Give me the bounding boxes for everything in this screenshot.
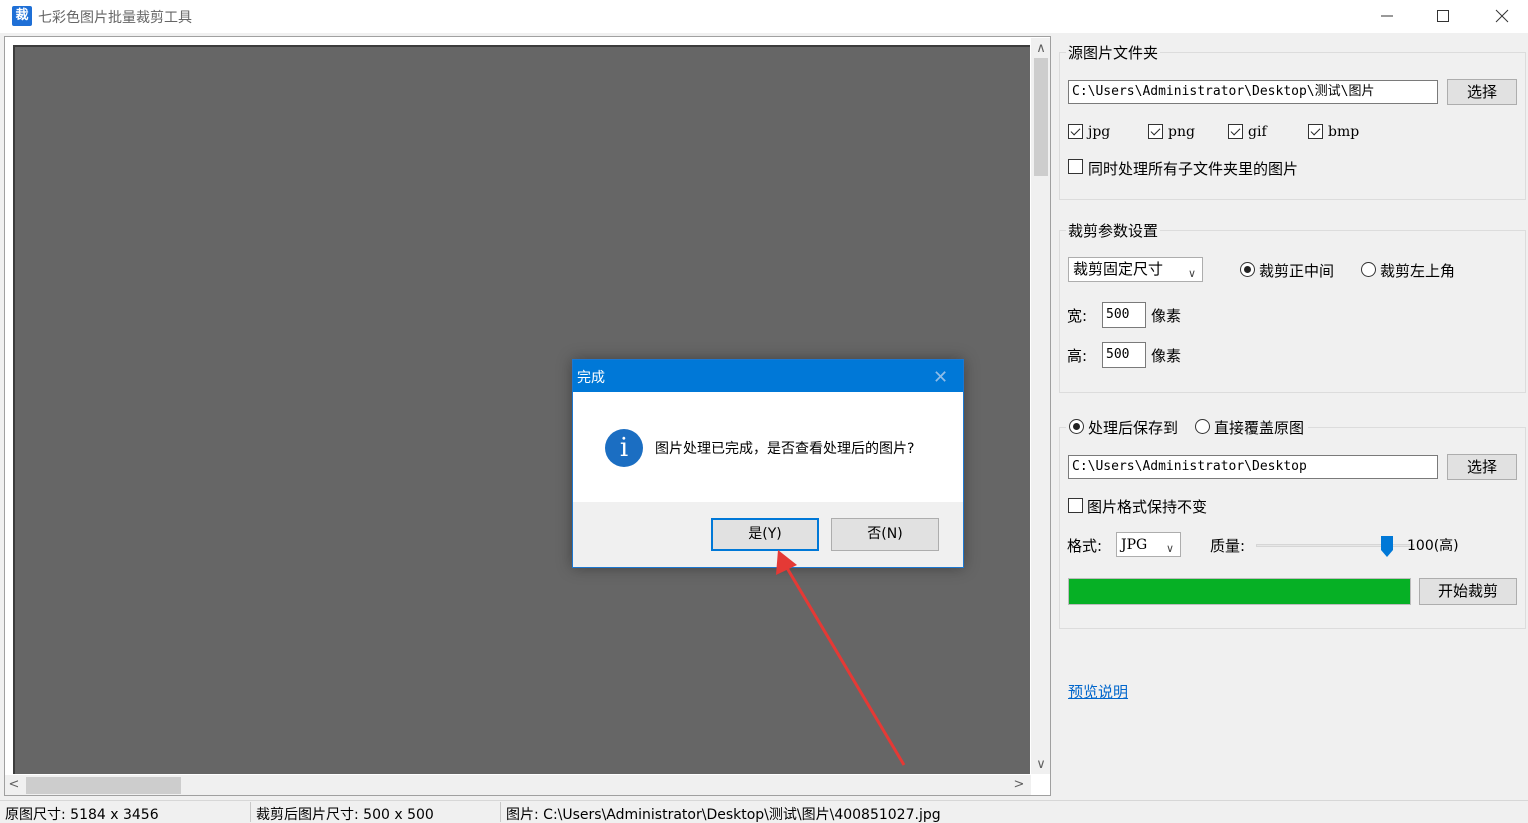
crop-topleft-label: 裁剪左上角 (1380, 262, 1456, 280)
minimize-button[interactable] (1364, 0, 1410, 32)
progress-fill (1069, 579, 1410, 604)
width-unit: 像素 (1151, 307, 1182, 325)
chevron-down-icon: ∨ (1165, 542, 1174, 555)
quality-value: 100(高) (1407, 538, 1459, 554)
crop-settings-legend: 裁剪参数设置 (1066, 220, 1161, 241)
window-title: 七彩色图片批量裁剪工具 (38, 10, 192, 26)
crop-center-label: 裁剪正中间 (1259, 262, 1335, 280)
height-input[interactable]: 500 (1102, 342, 1146, 368)
minimize-icon (1381, 15, 1393, 17)
close-button[interactable] (1479, 0, 1525, 32)
chevron-down-icon: ∨ (1187, 267, 1196, 280)
dialog-message: 图片处理已完成，是否查看处理后的图片? (655, 441, 915, 457)
height-unit: 像素 (1151, 347, 1182, 365)
source-path-input[interactable]: C:\Users\Administrator\Desktop\测试\图片 (1068, 80, 1438, 104)
format-select[interactable]: JPG ∨ (1116, 532, 1181, 557)
quality-label: 质量: (1210, 537, 1246, 555)
info-icon: i (605, 429, 643, 467)
save-to-label: 处理后保存到 (1088, 419, 1179, 437)
scroll-up-icon[interactable]: ∧ (1033, 41, 1049, 57)
subfolders-checkbox[interactable] (1068, 159, 1083, 174)
status-original-size: 原图尺寸: 5184 x 3456 (5, 807, 159, 823)
no-button[interactable]: 否(N) (831, 518, 939, 551)
scroll-down-icon[interactable]: ∨ (1033, 757, 1049, 773)
yes-button[interactable]: 是(Y) (711, 518, 819, 551)
format-value: JPG (1121, 537, 1148, 553)
png-checkbox[interactable] (1148, 124, 1163, 139)
height-label: 高: (1067, 347, 1088, 365)
jpg-checkbox[interactable] (1068, 124, 1083, 139)
vertical-scroll-thumb[interactable] (1034, 58, 1048, 176)
gif-label: gif (1248, 124, 1267, 140)
format-label: 格式: (1067, 537, 1103, 555)
overwrite-label: 直接覆盖原图 (1214, 419, 1305, 437)
width-label: 宽: (1067, 307, 1088, 325)
source-folder-legend: 源图片文件夹 (1066, 42, 1161, 63)
gif-checkbox[interactable] (1228, 124, 1243, 139)
preview-help-link[interactable]: 预览说明 (1068, 681, 1128, 702)
app-icon: 裁 (12, 6, 32, 26)
output-select-button[interactable]: 选择 (1447, 454, 1517, 480)
maximize-button[interactable] (1420, 0, 1466, 32)
scroll-left-icon[interactable]: < (6, 777, 22, 793)
png-label: png (1168, 124, 1195, 140)
start-crop-button[interactable]: 开始裁剪 (1419, 578, 1517, 605)
keep-format-checkbox[interactable] (1068, 498, 1083, 513)
crop-mode-value: 裁剪固定尺寸 (1073, 260, 1164, 278)
title-bar (0, 0, 1528, 33)
status-cropped-size: 裁剪后图片尺寸: 500 x 500 (256, 807, 434, 823)
quality-slider-thumb[interactable] (1380, 535, 1394, 558)
completion-dialog: 完成 ✕ i 图片处理已完成，是否查看处理后的图片? 是(Y) 否(N) (572, 359, 964, 568)
subfolders-label: 同时处理所有子文件夹里的图片 (1088, 160, 1299, 178)
scroll-right-icon[interactable]: > (1011, 777, 1027, 793)
keep-format-label: 图片格式保持不变 (1087, 498, 1208, 516)
dialog-title: 完成 (577, 370, 605, 386)
overwrite-radio[interactable] (1195, 419, 1210, 434)
close-icon (1495, 9, 1509, 23)
dialog-close-icon[interactable]: ✕ (933, 367, 948, 388)
width-input[interactable]: 500 (1102, 302, 1146, 328)
output-path-input[interactable]: C:\Users\Administrator\Desktop (1068, 455, 1438, 479)
save-to-radio[interactable] (1069, 419, 1084, 434)
progress-bar (1068, 578, 1411, 605)
status-divider (500, 802, 501, 822)
status-divider (250, 802, 251, 822)
crop-center-radio[interactable] (1240, 262, 1255, 277)
crop-mode-select[interactable]: 裁剪固定尺寸 ∨ (1068, 257, 1203, 282)
bmp-checkbox[interactable] (1308, 124, 1323, 139)
crop-topleft-radio[interactable] (1361, 262, 1376, 277)
source-select-button[interactable]: 选择 (1447, 79, 1517, 105)
status-image-path: 图片: C:\Users\Administrator\Desktop\测试\图片… (506, 807, 941, 823)
slider-handle-icon (1381, 536, 1393, 557)
dialog-title-bar (573, 360, 963, 392)
bmp-label: bmp (1328, 124, 1360, 140)
maximize-icon (1437, 10, 1449, 22)
horizontal-scroll-thumb[interactable] (26, 777, 181, 794)
jpg-label: jpg (1088, 124, 1111, 140)
